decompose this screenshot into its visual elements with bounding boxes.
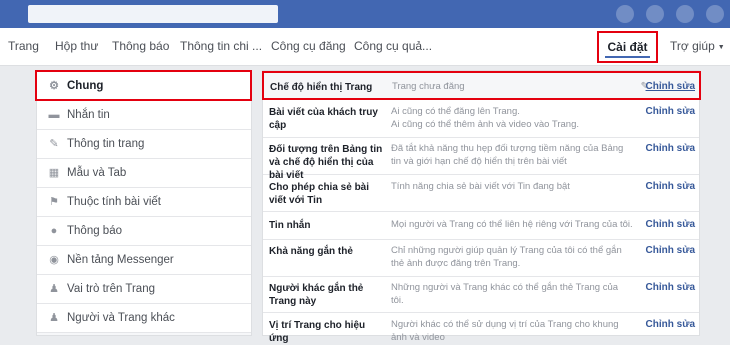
help-menu[interactable]: Trợ giúp ▼: [670, 28, 725, 65]
notifications-icon[interactable]: [676, 5, 694, 23]
row-label: Vị trí Trang cho hiệu ứng: [269, 320, 366, 344]
row-label: Cho phép chia sẻ bài viết với Tin: [269, 182, 370, 206]
sidebar-item-label: Nền tảng Messenger: [67, 254, 174, 266]
sidebar-item-label: Chung: [67, 79, 104, 92]
flag-icon: ⚑: [49, 196, 59, 208]
help-icon[interactable]: [706, 5, 724, 23]
sidebar-item-notifications[interactable]: ● Thông báo: [37, 217, 251, 246]
tab-insights[interactable]: Thông tin chi ...: [180, 28, 262, 65]
tab-notifications[interactable]: Thông báo: [112, 28, 169, 65]
settings-row-page-location-frames[interactable]: Vị trí Trang cho hiệu ứng Người khác có …: [263, 313, 699, 344]
tab-page[interactable]: Trang: [8, 28, 39, 65]
sidebar-item-templates-tabs[interactable]: ▦ Mẫu và Tab: [37, 159, 251, 188]
row-description: Mọi người và Trang có thể liên hệ riêng …: [391, 219, 633, 230]
edit-link[interactable]: Chỉnh sửa: [646, 181, 695, 192]
sidebar-item-page-roles[interactable]: ♟ Vai trò trên Trang: [37, 275, 251, 304]
sidebar-item-label: Nhắn tin: [67, 109, 110, 121]
settings-row-share-to-story[interactable]: Cho phép chia sẻ bài viết với Tin Tính n…: [263, 175, 699, 212]
row-label: Tin nhắn: [269, 220, 311, 231]
sidebar-item-label: Vai trò trên Trang: [67, 283, 155, 295]
messenger-icon: ◉: [49, 254, 59, 266]
edit-link[interactable]: Chỉnh sửa: [646, 81, 695, 92]
settings-row-messages[interactable]: Tin nhắn Mọi người và Trang có thể liên …: [263, 212, 699, 240]
row-description: Đã tắt khả năng thu hẹp đối tượng tiềm n…: [391, 143, 624, 167]
people-icon: ♟: [49, 312, 59, 324]
tab-inbox[interactable]: Hộp thư: [55, 28, 98, 65]
friends-icon[interactable]: [616, 5, 634, 23]
row-description: Những người và Trang khác có thể gắn thẻ…: [391, 282, 619, 306]
settings-row-others-tagging[interactable]: Người khác gắn thẻ Trang này Những người…: [263, 277, 699, 313]
settings-sidebar: ⚙ Chung ▬ Nhắn tin ✎ Thông tin trang ▦ M…: [35, 70, 252, 336]
top-icons: [616, 5, 724, 23]
row-label: Người khác gắn thẻ Trang này: [269, 283, 364, 307]
row-description: Người khác có thể sử dụng vị trí của Tra…: [391, 319, 619, 343]
gear-icon: ⚙: [49, 79, 59, 92]
pencil-icon: ✎: [49, 138, 59, 150]
tab-publishing-tools[interactable]: Công cụ đăng: [271, 28, 346, 65]
sidebar-item-label: Thông tin trang: [67, 138, 145, 150]
sidebar-item-label: Mẫu và Tab: [67, 167, 127, 179]
edit-link[interactable]: Chỉnh sửa: [646, 106, 695, 117]
caret-down-icon: ▼: [717, 44, 725, 51]
edit-link[interactable]: Chỉnh sửa: [646, 282, 695, 293]
edit-link[interactable]: Chỉnh sửa: [646, 319, 695, 330]
edit-link[interactable]: Chỉnh sửa: [646, 219, 695, 230]
row-description: Tính năng chia sẻ bài viết với Tin đang …: [391, 181, 570, 192]
settings-row-page-visibility[interactable]: Chế độ hiển thị Trang Trang chưa đăng ✎ …: [262, 71, 701, 100]
chat-icon: ▬: [48, 109, 60, 121]
sidebar-item-label: Người và Trang khác: [67, 312, 175, 324]
tab-settings[interactable]: Cài đặt: [597, 31, 658, 63]
tab-settings-label: Cài đặt: [607, 40, 648, 54]
top-bar: [0, 0, 730, 28]
help-menu-label: Trợ giúp: [670, 39, 715, 53]
settings-row-visitor-posts[interactable]: Bài viết của khách truy cập Ai cũng có t…: [263, 100, 699, 138]
sidebar-item-post-attribution[interactable]: ⚑ Thuộc tính bài viết: [37, 188, 251, 217]
page-nav: Trang Hộp thư Thông báo Thông tin chi ..…: [0, 28, 730, 66]
messages-icon[interactable]: [646, 5, 664, 23]
sidebar-item-label: Thông báo: [67, 225, 122, 237]
search-input[interactable]: [28, 5, 278, 23]
sidebar-item-people-other-pages[interactable]: ♟ Người và Trang khác: [37, 304, 251, 333]
sidebar-item-messaging[interactable]: ▬ Nhắn tin: [37, 101, 251, 130]
row-label: Bài viết của khách truy cập: [269, 107, 378, 131]
edit-link[interactable]: Chỉnh sửa: [646, 245, 695, 256]
row-label: Khả năng gắn thẻ: [269, 246, 353, 257]
person-icon: ♟: [49, 283, 59, 295]
row-description: Ai cũng có thể đăng lên Trang. Ai cũng c…: [391, 106, 580, 130]
row-label: Chế độ hiển thị Trang: [270, 82, 373, 93]
sidebar-item-messenger-platform[interactable]: ◉ Nền tảng Messenger: [37, 246, 251, 275]
row-description: Trang chưa đăng: [392, 81, 465, 92]
settings-row-tagging-ability[interactable]: Khả năng gắn thẻ Chỉ những người giúp qu…: [263, 240, 699, 277]
sidebar-item-page-info[interactable]: ✎ Thông tin trang: [37, 130, 251, 159]
edit-link[interactable]: Chỉnh sửa: [646, 143, 695, 154]
globe-icon: ●: [50, 225, 58, 237]
sidebar-item-label: Thuộc tính bài viết: [67, 196, 161, 208]
tab-management-tools[interactable]: Công cụ quả...: [354, 28, 432, 65]
settings-row-news-feed-audience[interactable]: Đối tượng trên Bảng tin và chế độ hiển t…: [263, 138, 699, 181]
grid-icon: ▦: [48, 167, 60, 179]
row-description: Chỉ những người giúp quản lý Trang của t…: [391, 245, 622, 269]
sidebar-item-general[interactable]: ⚙ Chung: [35, 70, 252, 101]
settings-list: Chế độ hiển thị Trang Trang chưa đăng ✎ …: [262, 70, 701, 344]
